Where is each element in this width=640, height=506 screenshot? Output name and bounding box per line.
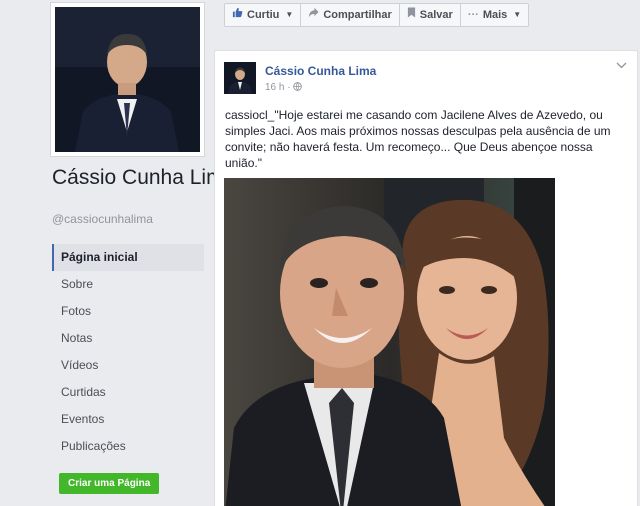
ellipsis-icon: ···	[467, 9, 479, 21]
sidebar-item-videos[interactable]: Vídeos	[52, 352, 204, 379]
share-button[interactable]: Compartilhar	[301, 4, 400, 26]
share-label: Compartilhar	[323, 9, 392, 21]
like-button[interactable]: Curtiu ▼	[225, 4, 302, 26]
chevron-down-icon: ▼	[285, 10, 294, 19]
more-button[interactable]: ··· Mais ▼	[461, 4, 528, 26]
post-card: Cássio Cunha Lima 16 h · cassiocl_"Hoje …	[214, 50, 638, 506]
post-author-name[interactable]: Cássio Cunha Lima	[265, 64, 376, 78]
wedding-photo-image	[224, 178, 555, 506]
thumbs-up-icon	[232, 4, 243, 26]
post-timestamp[interactable]: 16 h	[265, 82, 284, 93]
globe-icon	[293, 82, 303, 93]
sidebar-nav: Página inicial Sobre Fotos Notas Vídeos …	[52, 244, 204, 460]
like-label: Curtiu	[247, 9, 280, 21]
bookmark-icon	[407, 4, 416, 26]
sidebar-item-fotos[interactable]: Fotos	[52, 298, 204, 325]
create-page-button[interactable]: Criar uma Página	[59, 473, 160, 494]
save-button[interactable]: Salvar	[400, 4, 461, 26]
page-action-bar: Curtiu ▼ Compartilhar Salvar ··· Mais ▼	[224, 3, 530, 27]
profile-photo	[55, 7, 200, 152]
post-meta: 16 h ·	[265, 82, 303, 93]
sidebar-item-eventos[interactable]: Eventos	[52, 406, 204, 433]
more-label: Mais	[482, 9, 508, 21]
post-author-avatar[interactable]	[224, 62, 256, 94]
save-label: Salvar	[419, 9, 453, 21]
sidebar-item-notas[interactable]: Notas	[52, 325, 204, 352]
sidebar-item-sobre[interactable]: Sobre	[52, 271, 204, 298]
sidebar-item-publicacoes[interactable]: Publicações	[52, 433, 204, 460]
profile-photo-image	[55, 7, 200, 152]
page-name-text: Cássio Cunha Lima	[52, 166, 236, 189]
sidebar-item-pagina-inicial[interactable]: Página inicial	[52, 244, 204, 271]
post-photo[interactable]	[224, 178, 555, 506]
post-options-chevron-icon[interactable]	[616, 61, 627, 72]
share-arrow-icon	[308, 4, 319, 26]
page-handle[interactable]: @cassiocunhalima	[52, 212, 153, 226]
post-text: cassiocl_"Hoje estarei me casando com Ja…	[225, 108, 611, 170]
profile-photo-frame[interactable]	[50, 2, 205, 157]
chevron-down-icon: ▼	[513, 10, 522, 19]
avatar-image	[224, 62, 256, 94]
sidebar-item-curtidas[interactable]: Curtidas	[52, 379, 204, 406]
